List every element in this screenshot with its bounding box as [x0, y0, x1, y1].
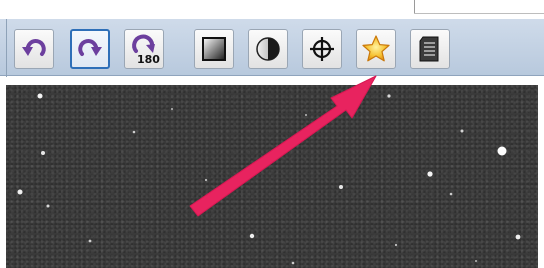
star-point	[46, 204, 50, 208]
star-field-stars	[17, 93, 521, 265]
star-point	[339, 185, 343, 189]
crosshair-icon	[310, 37, 334, 61]
star-point	[37, 93, 43, 99]
star-point	[497, 146, 507, 156]
rotate-180-label: 180	[137, 53, 160, 65]
star-point	[515, 234, 521, 240]
star-button[interactable]	[356, 29, 396, 69]
crosshair-button[interactable]	[302, 29, 342, 69]
star-point	[132, 130, 136, 134]
star-icon	[362, 35, 390, 62]
star-point	[249, 233, 255, 239]
star-point	[475, 260, 477, 262]
star-point	[204, 178, 208, 182]
star-point	[387, 94, 391, 98]
panel-divider-line	[414, 13, 544, 14]
rotate-right-button[interactable]	[70, 29, 110, 69]
star-point	[427, 171, 433, 177]
rotate-left-button[interactable]	[14, 29, 54, 69]
rotate-right-icon	[78, 39, 102, 56]
top-panel-strip	[0, 0, 544, 18]
gradient-icon	[202, 37, 226, 61]
panel-divider	[414, 0, 415, 14]
contrast-button[interactable]	[248, 29, 288, 69]
star-point	[41, 151, 45, 155]
app-window: 180	[0, 0, 544, 268]
star-point	[394, 243, 398, 247]
star-point	[460, 129, 464, 133]
star-field-image[interactable]	[6, 85, 538, 268]
document-icon	[419, 36, 439, 62]
gradient-button[interactable]	[194, 29, 234, 69]
star-point	[291, 261, 295, 265]
contrast-icon	[256, 37, 280, 61]
star-point	[171, 108, 173, 110]
toolbar-edge	[6, 19, 7, 77]
star-point	[449, 192, 453, 196]
toolbar: 180	[0, 18, 544, 77]
star-point	[17, 189, 23, 195]
rotate-180-button[interactable]: 180	[124, 29, 164, 69]
rotate-180-icon: 180	[132, 34, 160, 65]
document-button[interactable]	[410, 29, 450, 69]
rotate-left-icon	[22, 39, 46, 56]
star-point	[88, 239, 92, 243]
star-point	[305, 114, 307, 116]
